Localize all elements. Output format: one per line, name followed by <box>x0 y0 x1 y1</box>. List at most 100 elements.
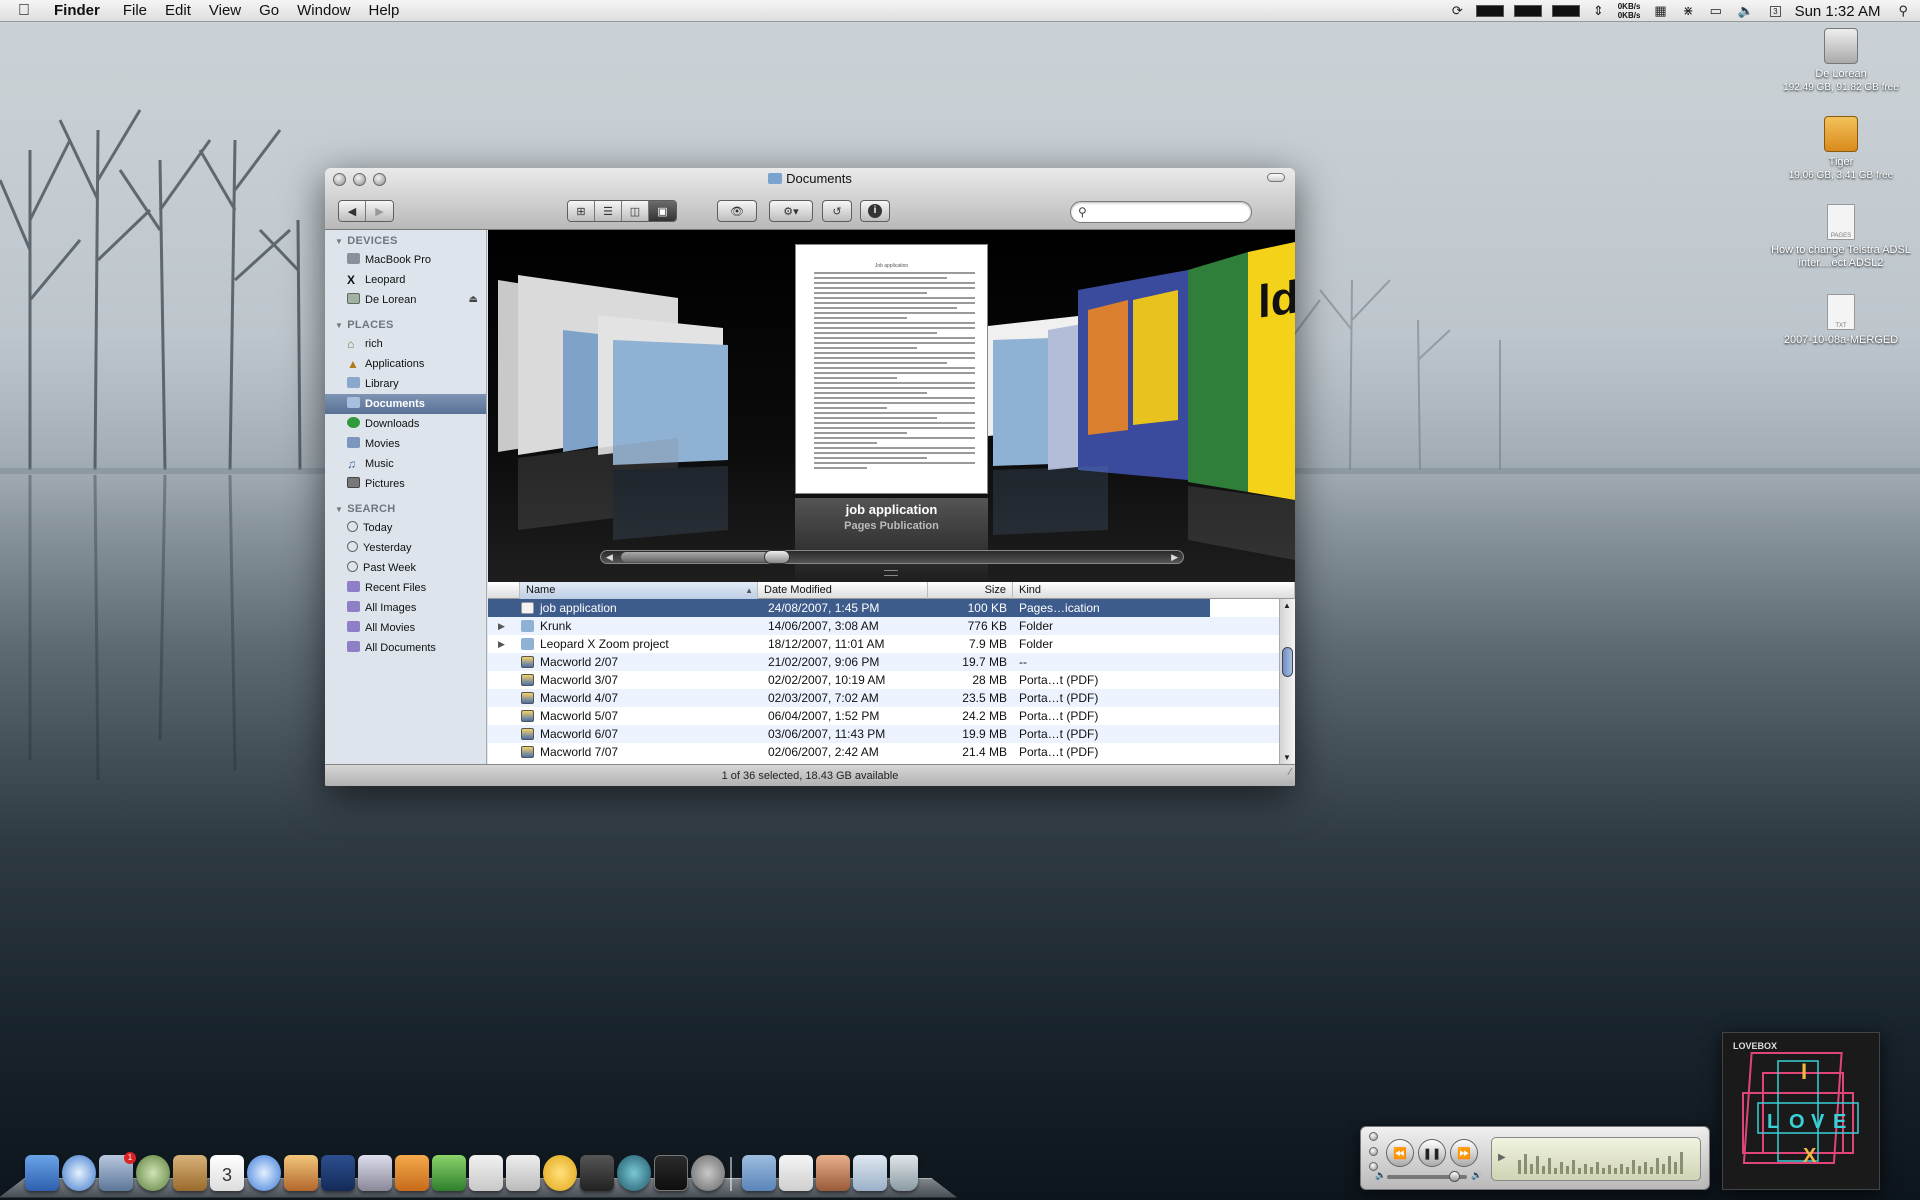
scroll-down-arrow-icon[interactable]: ▼ <box>1283 753 1291 762</box>
volume-icon[interactable]: 🔈 <box>1738 3 1754 19</box>
clock[interactable]: Sun 1:32 AM <box>1795 3 1881 20</box>
dock-transmit-icon[interactable] <box>543 1155 577 1191</box>
disclosure-triangle-icon[interactable]: ▶ <box>498 635 505 653</box>
table-row[interactable]: ▶ Leopard X Zoom project 18/12/2007, 11:01… <box>488 635 1295 653</box>
forward-button[interactable]: ▶ <box>366 201 393 221</box>
dock-pages-icon[interactable] <box>469 1155 503 1191</box>
menu-app-finder[interactable]: Finder <box>54 2 100 19</box>
sidebar-item-documents[interactable]: Documents <box>325 394 486 414</box>
dock-iphoto-icon[interactable] <box>284 1155 318 1191</box>
column-header-name[interactable]: Name ▲ <box>520 582 758 599</box>
volume-knob[interactable] <box>1449 1171 1460 1182</box>
menu-view[interactable]: View <box>209 2 241 19</box>
dock-activity-monitor-icon[interactable] <box>654 1155 688 1191</box>
sidebar-item-past-week[interactable]: Past Week <box>325 558 486 578</box>
sidebar-item-today[interactable]: Today <box>325 518 486 538</box>
menu-file[interactable]: File <box>123 2 147 19</box>
coverflow-scrollbar[interactable]: ◀ ▶ <box>600 550 1184 564</box>
dock-downloads-stack-icon[interactable] <box>816 1155 850 1191</box>
table-row[interactable]: Macworld 7/07 02/06/2007, 2:42 AM 21.4 MB P… <box>488 743 1295 761</box>
column-view-button[interactable]: ◫ <box>622 201 649 221</box>
table-row[interactable]: Macworld 2/07 21/02/2007, 9:06 PM 19.7 MB -… <box>488 653 1295 671</box>
table-row[interactable]: ▶ Krunk 14/06/2007, 3:08 AM 776 KB Folder <box>488 617 1295 635</box>
dock-finder-icon[interactable] <box>25 1155 59 1191</box>
sidebar-section-places[interactable]: ▼ PLACES <box>325 314 486 334</box>
desktop-icon-tiger[interactable]: Tiger 19.06 GB, 3.41 GB free <box>1771 116 1911 182</box>
sidebar-item-applications[interactable]: ▲ Applications <box>325 354 486 374</box>
eject-icon[interactable]: ⏏ <box>469 290 478 310</box>
desktop-icon-merged-txt[interactable]: TXT 2007-10-08a-MERGED <box>1771 294 1911 347</box>
sidebar-item-movies[interactable]: Movies <box>325 434 486 454</box>
menu-help[interactable]: Help <box>369 2 400 19</box>
dock-keynote-icon[interactable] <box>395 1155 429 1191</box>
table-row[interactable]: job application 24/08/2007, 1:45 PM 100 KB… <box>488 599 1295 617</box>
column-header-kind[interactable]: Kind <box>1013 582 1295 599</box>
dock-itunes-icon[interactable] <box>247 1155 281 1191</box>
sidebar-item-downloads[interactable]: Downloads <box>325 414 486 434</box>
splitter-grip[interactable] <box>884 570 898 576</box>
table-row[interactable]: Macworld 4/07 02/03/2007, 7:02 AM 23.5 MB P… <box>488 689 1295 707</box>
table-row[interactable]: Macworld 5/07 06/04/2007, 1:52 PM 24.2 MB P… <box>488 707 1295 725</box>
table-row[interactable]: Macworld 3/07 02/02/2007, 10:19 AM 28 MB Po… <box>488 671 1295 689</box>
scroll-left-arrow-icon[interactable]: ◀ <box>606 552 613 563</box>
menu-go[interactable]: Go <box>259 2 279 19</box>
table-row[interactable]: Macworld 6/07 03/06/2007, 11:43 PM 19.9 MB… <box>488 725 1295 743</box>
network-graph-icon[interactable] <box>1551 5 1580 17</box>
sidebar-item-all-images[interactable]: All Images <box>325 598 486 618</box>
sidebar-item-all-documents[interactable]: All Documents <box>325 638 486 658</box>
column-header-size[interactable]: Size <box>928 582 1013 599</box>
list-view-button[interactable]: ☰ <box>595 201 622 221</box>
search-field[interactable]: ⚲ <box>1070 201 1252 223</box>
list-scroll-thumb[interactable] <box>1282 647 1293 677</box>
sync-icon[interactable]: ⟳ <box>1452 3 1463 19</box>
apple-icon[interactable]:  <box>18 2 38 20</box>
previous-track-button[interactable]: ⏪ <box>1386 1139 1414 1167</box>
window-toolbar[interactable]: Documents ◀ ▶ ⊞ ☰ ◫ ▣ 👁 ⚙▾ ↺ i ⚲ <box>325 168 1295 230</box>
list-vertical-scrollbar[interactable]: ▲ ▼ <box>1279 599 1295 764</box>
dock-time-machine-icon[interactable] <box>617 1155 651 1191</box>
dock-spaces-icon[interactable] <box>580 1155 614 1191</box>
spaces-icon[interactable]: ▦ <box>1654 3 1666 19</box>
desktop-icon-de-lorean[interactable]: De Lorean 192.49 GB, 91.82 GB free <box>1771 28 1911 94</box>
close-button[interactable] <box>1369 1132 1378 1141</box>
dock-trash-icon[interactable] <box>890 1155 918 1191</box>
action-menu-button[interactable]: ⚙▾ <box>769 200 813 222</box>
dock-documents-stack-icon[interactable] <box>779 1155 813 1191</box>
album-artwork[interactable]: LOVEBOX I L O V E X <box>1722 1032 1880 1190</box>
toolbar-toggle-button[interactable] <box>1267 173 1285 182</box>
spotlight-icon[interactable]: ⚲ <box>1898 3 1908 19</box>
memory-graph-icon[interactable] <box>1513 5 1542 17</box>
sidebar-item-recent-files[interactable]: Recent Files <box>325 578 486 598</box>
time-machine-button[interactable]: ↺ <box>822 200 852 222</box>
search-input[interactable] <box>1093 204 1243 220</box>
next-track-button[interactable]: ⏩ <box>1450 1139 1478 1167</box>
menu-window[interactable]: Window <box>297 2 350 19</box>
sidebar-item-rich[interactable]: ⌂ rich <box>325 334 486 354</box>
dock-numbers-icon[interactable] <box>432 1155 466 1191</box>
volume-slider[interactable] <box>1387 1171 1467 1182</box>
sidebar-item-yesterday[interactable]: Yesterday <box>325 538 486 558</box>
resize-grip-icon[interactable]: ∕ <box>1289 762 1291 784</box>
column-header-date-modified[interactable]: Date Modified <box>758 582 928 599</box>
coverflow-scroll-thumb[interactable] <box>764 550 790 564</box>
quick-look-button[interactable]: 👁 <box>717 200 757 222</box>
get-info-button[interactable]: i <box>860 200 890 222</box>
dock-photoshop-icon[interactable] <box>321 1155 355 1191</box>
dock-applications-stack-icon[interactable] <box>742 1155 776 1191</box>
calendar-icon[interactable]: 3 <box>1770 5 1781 17</box>
sidebar-item-leopard[interactable]: X Leopard <box>325 270 486 290</box>
dock-ical-icon[interactable]: 3 <box>210 1155 244 1191</box>
sidebar-item-de-lorean[interactable]: De Lorean ⏏ <box>325 290 486 310</box>
coverflow-selected-document[interactable]: Job application <box>795 244 988 494</box>
coverflow-view[interactable]: Job application ldd job application Page… <box>488 230 1295 582</box>
disclosure-triangle-icon[interactable]: ▶ <box>498 617 505 635</box>
sidebar-item-library[interactable]: Library <box>325 374 486 394</box>
dock-mail-icon[interactable]: 1 <box>99 1152 136 1191</box>
menu-edit[interactable]: Edit <box>165 2 191 19</box>
icon-view-button[interactable]: ⊞ <box>568 201 595 221</box>
sidebar-item-music[interactable]: ♫ Music <box>325 454 486 474</box>
coverflow-view-button[interactable]: ▣ <box>649 201 676 221</box>
sidebar-section-devices[interactable]: ▼ DEVICES <box>325 230 486 250</box>
scroll-right-arrow-icon[interactable]: ▶ <box>1171 552 1178 563</box>
back-button[interactable]: ◀ <box>339 201 366 221</box>
